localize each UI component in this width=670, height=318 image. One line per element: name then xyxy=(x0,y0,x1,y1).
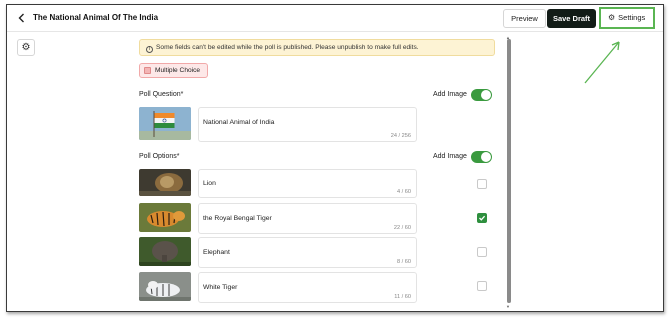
scrollbar[interactable] xyxy=(507,39,511,303)
option-correct-checkbox-white-tiger[interactable] xyxy=(477,281,487,291)
app-window: The National Animal Of The India Preview… xyxy=(6,4,664,312)
settings-button[interactable]: ⚙ Settings xyxy=(599,7,655,29)
option-char-count: 8 / 60 xyxy=(397,259,411,265)
page-title: The National Animal Of The India xyxy=(33,13,159,22)
toggle-knob xyxy=(481,152,491,162)
scroll-down-arrow[interactable]: ▼ xyxy=(506,304,510,309)
option-image-elephant[interactable] xyxy=(139,237,191,266)
annotation-arrow xyxy=(584,41,620,84)
option-image-lion[interactable] xyxy=(139,169,191,196)
options-add-image-toggle[interactable] xyxy=(471,151,492,163)
option-image-white-tiger[interactable] xyxy=(139,272,191,301)
option-input-lion[interactable]: Lion 4 / 60 xyxy=(198,169,417,198)
multiple-choice-icon xyxy=(144,67,151,74)
option-image-royal-bengal-tiger[interactable] xyxy=(139,203,191,232)
poll-options-label: Poll Options* xyxy=(139,153,180,160)
poll-type-label: Multiple Choice xyxy=(155,67,201,74)
top-bar: The National Animal Of The India Preview… xyxy=(7,5,663,32)
option-correct-checkbox-royal-bengal-tiger[interactable] xyxy=(477,213,487,223)
question-add-image-label: Add Image xyxy=(433,91,467,98)
option-text: Lion xyxy=(203,180,216,187)
question-text: National Animal of India xyxy=(203,119,275,126)
poll-question-label: Poll Question* xyxy=(139,91,184,98)
info-icon: i xyxy=(146,46,153,53)
question-char-count: 24 / 256 xyxy=(390,133,411,139)
question-input[interactable]: National Animal of India 24 / 256 xyxy=(198,107,417,142)
back-icon[interactable] xyxy=(15,11,29,25)
poll-type-badge: Multiple Choice xyxy=(139,63,208,78)
option-input-white-tiger[interactable]: White Tiger 11 / 60 xyxy=(198,272,417,303)
sidebar-settings-button[interactable]: ⚙ xyxy=(17,39,35,56)
options-add-image-label: Add Image xyxy=(433,153,467,160)
published-notice: i Some fields can't be edited while the p… xyxy=(139,39,495,56)
option-text: Elephant xyxy=(203,249,230,256)
toggle-knob xyxy=(481,90,491,100)
save-draft-button[interactable]: Save Draft xyxy=(547,9,596,28)
notice-text: Some fields can't be edited while the po… xyxy=(156,44,419,51)
preview-button[interactable]: Preview xyxy=(503,9,546,28)
option-text: White Tiger xyxy=(203,284,238,291)
gear-icon: ⚙ xyxy=(21,42,31,53)
option-input-royal-bengal-tiger[interactable]: the Royal Bengal Tiger 22 / 60 xyxy=(198,203,417,234)
settings-label: Settings xyxy=(618,13,646,22)
question-add-image-toggle[interactable] xyxy=(471,89,492,101)
option-input-elephant[interactable]: Elephant 8 / 60 xyxy=(198,237,417,268)
option-correct-checkbox-elephant[interactable] xyxy=(477,247,487,257)
option-char-count: 4 / 60 xyxy=(397,189,411,195)
option-correct-checkbox-lion[interactable] xyxy=(477,179,487,189)
option-text: the Royal Bengal Tiger xyxy=(203,215,272,222)
scrollbar-thumb[interactable] xyxy=(507,39,511,303)
gear-icon: ⚙ xyxy=(608,13,616,22)
question-image[interactable] xyxy=(139,107,191,140)
option-char-count: 11 / 60 xyxy=(394,294,411,300)
option-char-count: 22 / 60 xyxy=(393,225,411,231)
